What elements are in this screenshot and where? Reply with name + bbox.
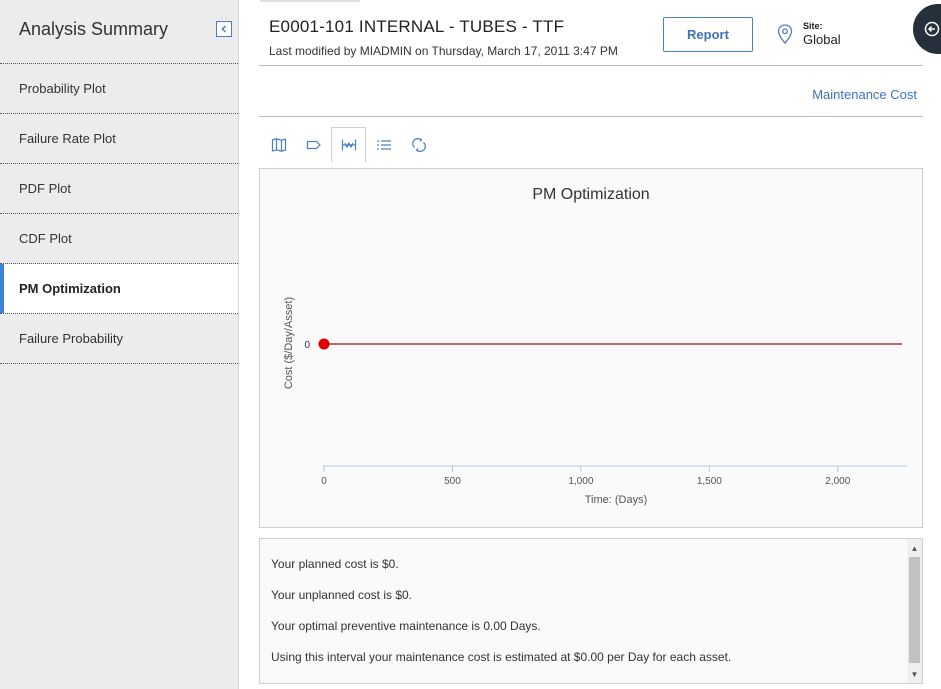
x-tick-label: 1,000 [568, 476, 593, 487]
toolbar-divider [259, 116, 923, 117]
sidebar-item-failure-rate-plot[interactable]: Failure Rate Plot [0, 114, 238, 164]
sidebar: Analysis Summary Probability Plot Failur… [0, 0, 239, 689]
sidebar-item-probability-plot[interactable]: Probability Plot [0, 64, 238, 114]
refresh-tool-button[interactable] [401, 127, 436, 162]
scroll-thumb[interactable] [909, 557, 920, 663]
results-panel: Your planned cost is $0. Your unplanned … [259, 538, 923, 684]
tag-icon [306, 140, 321, 149]
maintenance-cost-link[interactable]: Maintenance Cost [812, 87, 917, 102]
sidebar-header: Analysis Summary [0, 0, 238, 64]
scroll-down-arrow-icon[interactable]: ▼ [907, 667, 922, 681]
collapse-sidebar-button[interactable] [216, 21, 232, 37]
sidebar-item-failure-probability[interactable]: Failure Probability [0, 314, 238, 364]
map-icon [271, 137, 286, 152]
top-tab-indicator [260, 0, 360, 2]
sidebar-item-label: CDF Plot [19, 231, 72, 246]
chart-title: PM Optimization [532, 186, 649, 203]
site-label: Site: [803, 21, 823, 31]
sidebar-item-label: Failure Rate Plot [19, 131, 116, 146]
page-title: E0001-101 INTERNAL - TUBES - TTF [269, 17, 565, 36]
range-tool-button[interactable] [331, 127, 366, 162]
planned-cost-text: Your planned cost is $0. [271, 557, 399, 571]
sidebar-item-label: Failure Probability [19, 331, 124, 346]
list-tool-button[interactable] [366, 127, 401, 162]
series-layer [318, 338, 902, 350]
range-icon [341, 139, 356, 151]
pm-optimization-chart: PM Optimization Cost ($/Day/Asset) Time:… [283, 186, 907, 506]
x-tick-label: 500 [444, 476, 461, 487]
header-divider [259, 65, 923, 66]
optimal-point-marker [318, 338, 330, 350]
refresh-icon [411, 137, 426, 152]
exit-icon [924, 21, 940, 37]
x-tick-label: 1,500 [697, 476, 722, 487]
unplanned-cost-text: Your unplanned cost is $0. [271, 588, 412, 602]
report-button[interactable]: Report [663, 17, 753, 52]
y-ticks: 0 [304, 340, 310, 351]
x-tick-label: 2,000 [825, 476, 850, 487]
tag-tool-button[interactable] [296, 127, 331, 162]
location-pin-icon [777, 24, 793, 44]
sidebar-item-label: Probability Plot [19, 81, 106, 96]
chart-panel: PM Optimization Cost ($/Day/Asset) Time:… [259, 168, 923, 528]
x-tick-label: 0 [321, 476, 327, 487]
maintenance-cost-text: Using this interval your maintenance cos… [271, 650, 732, 664]
x-ticks: 0 500 1,000 1,500 2,000 [321, 466, 851, 487]
exit-button[interactable] [913, 4, 941, 54]
map-tool-button[interactable] [261, 127, 296, 162]
main-panel: E0001-101 INTERNAL - TUBES - TTF Last mo… [240, 0, 941, 689]
sidebar-item-cdf-plot[interactable]: CDF Plot [0, 214, 238, 264]
scroll-up-arrow-icon[interactable]: ▲ [907, 541, 922, 555]
sidebar-item-label: PM Optimization [19, 281, 121, 296]
site-value: Global [803, 32, 841, 47]
x-axis-label: Time: (Days) [585, 494, 648, 506]
sidebar-item-pm-optimization[interactable]: PM Optimization [0, 264, 238, 314]
optimal-pm-text: Your optimal preventive maintenance is 0… [271, 619, 541, 633]
page-subtitle: Last modified by MIADMIN on Thursday, Ma… [269, 44, 618, 58]
sidebar-item-label: PDF Plot [19, 181, 72, 196]
chevron-left-icon [221, 25, 227, 33]
chart-toolbar [261, 127, 436, 163]
results-scrollbar[interactable]: ▲ ▼ [907, 539, 922, 683]
sidebar-title: Analysis Summary [19, 19, 169, 39]
list-icon [376, 139, 391, 150]
y-tick-label: 0 [304, 340, 310, 351]
sidebar-item-pdf-plot[interactable]: PDF Plot [0, 164, 238, 214]
y-axis-label: Cost ($/Day/Asset) [283, 297, 295, 389]
